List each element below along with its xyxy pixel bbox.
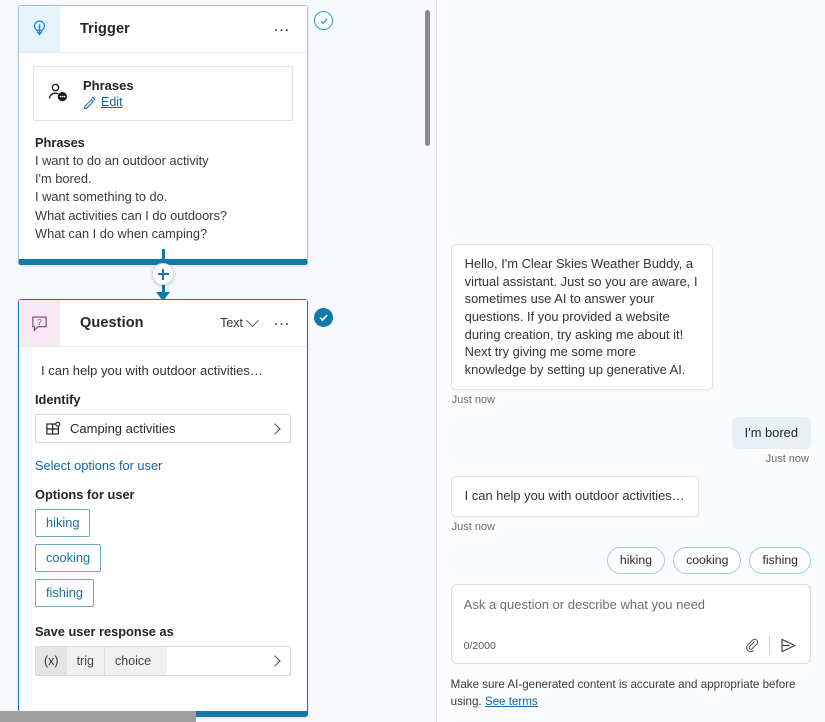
phrase-item: I'm bored. bbox=[35, 171, 92, 187]
phrase-item: What activities can I do outdoors? bbox=[35, 207, 228, 223]
question-node-title: Question bbox=[80, 315, 144, 331]
test-chat-panel: Hello, I'm Clear Skies Weather Buddy, a … bbox=[436, 0, 825, 722]
option-chip-row: fishing bbox=[19, 579, 307, 607]
phrases-card-text: Phrases Edit bbox=[83, 78, 134, 109]
character-counter: 0/2000 bbox=[463, 639, 496, 652]
person-chat-icon bbox=[46, 81, 71, 106]
see-terms-link[interactable]: See terms bbox=[485, 695, 538, 708]
phrases-edit-row[interactable]: Edit bbox=[83, 95, 134, 109]
quick-reply-chip[interactable]: cooking bbox=[673, 547, 742, 574]
chat-composer-footer: 0/2000 bbox=[464, 636, 798, 655]
chat-input[interactable]: Ask a question or describe what you need bbox=[464, 596, 798, 632]
question-node-body: I can help you with outdoor activities… … bbox=[19, 347, 307, 676]
chat-message-timestamp: Just now bbox=[451, 394, 496, 407]
phrase-item: I want something to do. bbox=[35, 189, 168, 205]
canvas-horizontal-scrollbar[interactable] bbox=[0, 711, 196, 722]
chat-message-timestamp: Just now bbox=[765, 453, 809, 466]
question-node-header[interactable]: ? Question Text … bbox=[19, 300, 307, 347]
question-node[interactable]: ? Question Text … I can help you with ou… bbox=[18, 299, 308, 717]
question-type-label: Text bbox=[220, 316, 243, 330]
question-bubble-icon: ? bbox=[19, 300, 60, 346]
phrase-item: I want to do an outdoor activity bbox=[35, 153, 209, 168]
select-options-for-user-link[interactable]: Select options for user bbox=[19, 443, 307, 473]
identify-entity-value: Camping activities bbox=[70, 421, 176, 436]
option-chip-row: cooking bbox=[19, 544, 307, 572]
trigger-node-title: Trigger bbox=[80, 21, 130, 37]
trigger-node-header[interactable]: Trigger … bbox=[19, 6, 307, 53]
chat-message-bot: I can help you with outdoor activities… bbox=[450, 476, 699, 517]
trigger-node[interactable]: Trigger … Phrases Edit Phrases I want to… bbox=[18, 5, 308, 266]
identify-label: Identify bbox=[35, 392, 81, 407]
phrases-edit-link[interactable]: Edit bbox=[101, 95, 123, 109]
trigger-more-options-button[interactable]: … bbox=[267, 17, 297, 40]
canvas-vertical-scrollbar[interactable] bbox=[424, 10, 430, 146]
option-chip[interactable]: fishing bbox=[35, 579, 94, 607]
option-chip[interactable]: cooking bbox=[35, 544, 102, 572]
question-status-badge bbox=[314, 308, 333, 327]
quick-reply-row: hiking cooking fishing bbox=[451, 547, 811, 574]
question-more-options-button[interactable]: … bbox=[267, 311, 297, 334]
trigger-node-body: Phrases Edit Phrases I want to do an out… bbox=[19, 66, 307, 259]
variable-name-token: choice bbox=[103, 647, 168, 675]
options-for-user-label: Options for user bbox=[35, 487, 135, 502]
save-response-variable-field[interactable]: (x) trig choice bbox=[35, 646, 291, 676]
question-prompt-text[interactable]: I can help you with outdoor activities… bbox=[19, 347, 307, 378]
flow-editor: Trigger … Phrases Edit Phrases I want to… bbox=[0, 0, 825, 722]
send-icon[interactable] bbox=[779, 636, 798, 655]
chat-composer-actions[interactable] bbox=[743, 636, 798, 655]
save-response-label: Save user response as bbox=[35, 624, 174, 639]
identify-entity-picker[interactable]: Camping activities bbox=[35, 414, 291, 443]
variable-type-token: (x) bbox=[36, 647, 67, 675]
phrases-card-title: Phrases bbox=[83, 78, 134, 93]
trigger-lightning-pin-icon bbox=[19, 6, 60, 52]
entity-grid-icon bbox=[45, 421, 61, 437]
composer-divider bbox=[769, 636, 770, 655]
phrases-card[interactable]: Phrases Edit bbox=[33, 66, 293, 121]
chat-message-user: I'm bored bbox=[731, 417, 811, 450]
question-node-header-actions[interactable]: Text … bbox=[216, 311, 297, 334]
trigger-node-header-actions[interactable]: … bbox=[267, 17, 297, 40]
chat-message-timestamp: Just now bbox=[451, 521, 496, 533]
svg-text:?: ? bbox=[37, 317, 42, 326]
phrase-item: What can I do when camping? bbox=[35, 225, 208, 241]
chevron-right-icon bbox=[269, 422, 281, 435]
option-chip-row: hiking bbox=[19, 509, 307, 537]
option-chip[interactable]: hiking bbox=[35, 509, 91, 537]
paperclip-icon[interactable] bbox=[743, 637, 760, 654]
question-type-dropdown[interactable]: Text bbox=[216, 313, 261, 333]
flow-canvas[interactable]: Trigger … Phrases Edit Phrases I want to… bbox=[0, 0, 437, 722]
variable-scope-token: trig bbox=[66, 647, 104, 675]
ai-disclaimer: Make sure AI-generated content is accura… bbox=[451, 676, 811, 710]
quick-reply-chip[interactable]: fishing bbox=[749, 547, 811, 574]
pencil-icon bbox=[83, 96, 96, 109]
add-node-button[interactable] bbox=[152, 263, 174, 285]
chat-message-bot: Hello, I'm Clear Skies Weather Buddy, a … bbox=[450, 244, 713, 391]
chevron-down-icon bbox=[246, 313, 259, 327]
chat-composer[interactable]: Ask a question or describe what you need… bbox=[450, 584, 811, 664]
variable-expand-icon[interactable] bbox=[269, 647, 290, 675]
quick-reply-chip[interactable]: hiking bbox=[606, 547, 666, 574]
phrases-list-heading: Phrases bbox=[35, 135, 85, 150]
phrases-list-block: Phrases I want to do an outdoor activity… bbox=[19, 121, 307, 259]
trigger-status-badge bbox=[314, 11, 333, 30]
